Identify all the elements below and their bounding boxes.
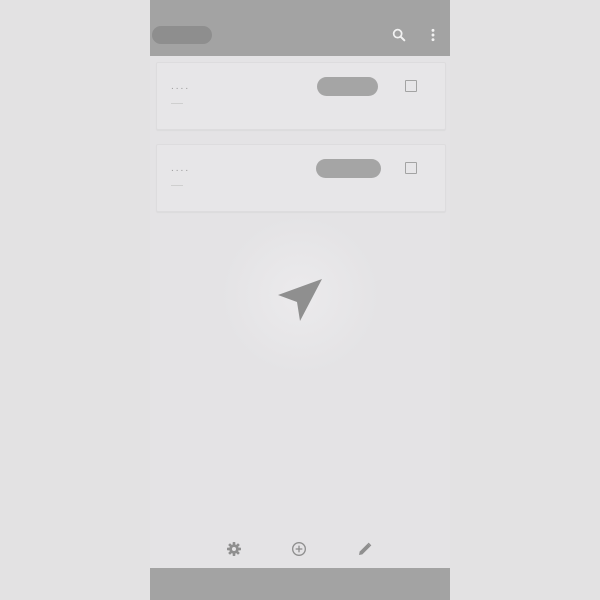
system-navigation-bar bbox=[150, 568, 450, 600]
search-button[interactable] bbox=[388, 24, 410, 46]
card-checkbox[interactable] bbox=[405, 162, 417, 174]
bottom-toolbar bbox=[150, 530, 450, 568]
add-button[interactable] bbox=[289, 539, 309, 559]
card-title: .... bbox=[171, 81, 191, 92]
edit-icon bbox=[359, 542, 372, 555]
more-options-button[interactable] bbox=[422, 24, 444, 46]
card-subtitle bbox=[171, 185, 183, 186]
card-badge bbox=[317, 77, 378, 96]
list-card[interactable]: .... bbox=[156, 62, 446, 130]
add-circle-icon bbox=[292, 542, 306, 556]
card-badge bbox=[316, 159, 381, 178]
screen-backdrop: .... .... bbox=[0, 0, 600, 600]
app-title bbox=[152, 26, 212, 44]
search-icon bbox=[392, 28, 406, 42]
card-checkbox[interactable] bbox=[405, 80, 417, 92]
card-subtitle bbox=[171, 103, 183, 104]
settings-icon bbox=[227, 542, 241, 556]
card-title: .... bbox=[171, 163, 191, 174]
list-card[interactable]: .... bbox=[156, 144, 446, 212]
app-screen: .... .... bbox=[150, 0, 450, 600]
edit-button[interactable] bbox=[355, 539, 375, 559]
settings-button[interactable] bbox=[224, 539, 244, 559]
navigation-arrow-icon bbox=[278, 279, 322, 321]
more-vert-icon bbox=[431, 28, 435, 42]
top-app-bar bbox=[150, 0, 450, 56]
